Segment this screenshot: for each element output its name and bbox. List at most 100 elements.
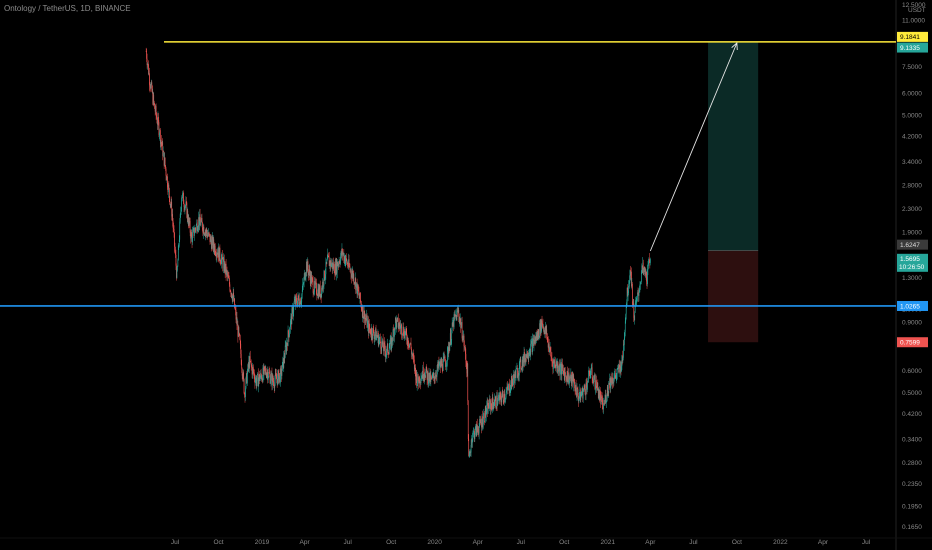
candle-down (243, 379, 245, 394)
candle-up (289, 332, 290, 337)
target-price-tag: 9.1335 (900, 45, 920, 52)
candle-up (649, 259, 651, 263)
candle-up (256, 374, 258, 382)
price-tick-label: 0.1950 (902, 504, 922, 511)
candle-up (392, 329, 394, 341)
candle-up (486, 404, 488, 412)
candle-up (420, 378, 422, 384)
position-zones (708, 42, 759, 343)
time-tick-label: Jul (862, 539, 871, 546)
candle-down (495, 397, 497, 407)
time-tick-label: Apr (818, 539, 829, 546)
candle-down (430, 376, 432, 378)
candle-up (177, 266, 178, 271)
candle-down (164, 157, 166, 166)
candle-up (195, 224, 197, 230)
candle-down (502, 394, 504, 400)
price-tick-label: 0.6000 (902, 368, 922, 375)
candle-up (560, 366, 561, 375)
time-tick-label: Apr (473, 539, 484, 546)
price-tick-label: 0.5000 (902, 390, 922, 397)
entry-price-tag: 1.6247 (900, 242, 920, 249)
candle-down (165, 168, 167, 176)
price-chart[interactable]: 12.500011.00009.00007.50006.00005.00004.… (0, 0, 932, 550)
candle-down (591, 367, 593, 379)
resistance-price-tag: 9.1841 (900, 34, 920, 41)
price-tick-label: 3.4000 (902, 159, 922, 166)
candle-up (456, 311, 458, 321)
candle-down (433, 372, 435, 377)
candle-down (249, 356, 251, 362)
time-tick-label: Jul (689, 539, 698, 546)
price-tick-label: 0.2350 (902, 481, 922, 488)
price-tags: 9.1841 9.1335 1.6247 1.569510:26:50 1.0265 0.… (897, 31, 928, 348)
price-tick-label: 2.8000 (902, 183, 922, 190)
candle-up (587, 381, 588, 390)
time-tick-label: Jul (171, 539, 180, 546)
candle-up (326, 258, 328, 261)
time-tick-label: Oct (732, 539, 742, 546)
currency-label: USDT (908, 7, 926, 14)
candle-down (360, 292, 361, 302)
time-tick-label: 2020 (427, 539, 442, 546)
price-tick-label: 0.3400 (902, 437, 922, 444)
candle-up (515, 369, 517, 378)
time-tick-label: 2021 (601, 539, 616, 546)
candle-down (546, 329, 548, 338)
candle-down (238, 327, 240, 334)
candle-up (588, 370, 589, 383)
time-tick-label: 2022 (773, 539, 788, 546)
candle-down (379, 336, 381, 343)
candle-up (192, 232, 193, 243)
chart-grid (0, 0, 932, 550)
candle-up (640, 273, 642, 283)
candle-down (168, 184, 170, 189)
time-tick-label: Apr (645, 539, 656, 546)
price-tick-label: 1.3000 (902, 275, 922, 282)
price-tick-label: 2.3000 (902, 206, 922, 213)
candle-up (270, 374, 272, 381)
candle-up (388, 348, 390, 355)
time-tick-label: 2019 (255, 539, 270, 546)
candle-up (177, 260, 179, 267)
candle-down (153, 94, 155, 102)
candle-up (245, 388, 246, 397)
stop-price-tag: 0.7599 (900, 340, 920, 347)
candle-down (584, 389, 586, 395)
support-price-tag: 1.0265 (900, 303, 920, 310)
candle-down (173, 229, 175, 233)
candle-up (634, 312, 636, 321)
time-tick-label: Oct (386, 539, 396, 546)
candle-up (293, 303, 295, 312)
candle-up (284, 345, 286, 358)
candle-down (467, 363, 469, 402)
candle-down (169, 196, 171, 205)
candle-down (614, 372, 616, 376)
time-tick-label: Oct (559, 539, 569, 546)
candles (145, 47, 651, 458)
candle-up (582, 391, 584, 399)
countdown-tag: 10:26:50 (899, 264, 925, 271)
candle-down (203, 226, 205, 235)
price-tick-label: 0.9000 (902, 319, 922, 326)
candle-down (538, 329, 540, 337)
price-tick-label: 0.2800 (902, 460, 922, 467)
current-price-tag: 1.5695 (900, 256, 920, 263)
price-tick-label: 0.1650 (902, 524, 922, 531)
price-tick-label: 7.5000 (902, 64, 922, 71)
price-tick-label: 1.9000 (902, 229, 922, 236)
candle-down (632, 283, 633, 303)
time-tick-label: Apr (300, 539, 311, 546)
candle-down (219, 247, 221, 260)
candle-up (179, 221, 181, 240)
candle-up (181, 197, 182, 209)
candle-down (353, 274, 355, 283)
candle-up (194, 233, 195, 236)
candle-up (281, 370, 283, 376)
time-tick-label: Oct (213, 539, 223, 546)
price-tick-label: 0.4200 (902, 411, 922, 418)
stop-zone (708, 250, 759, 343)
candle-down (597, 382, 599, 388)
candle-up (623, 344, 624, 358)
price-tick-label: 11.0000 (902, 18, 925, 25)
